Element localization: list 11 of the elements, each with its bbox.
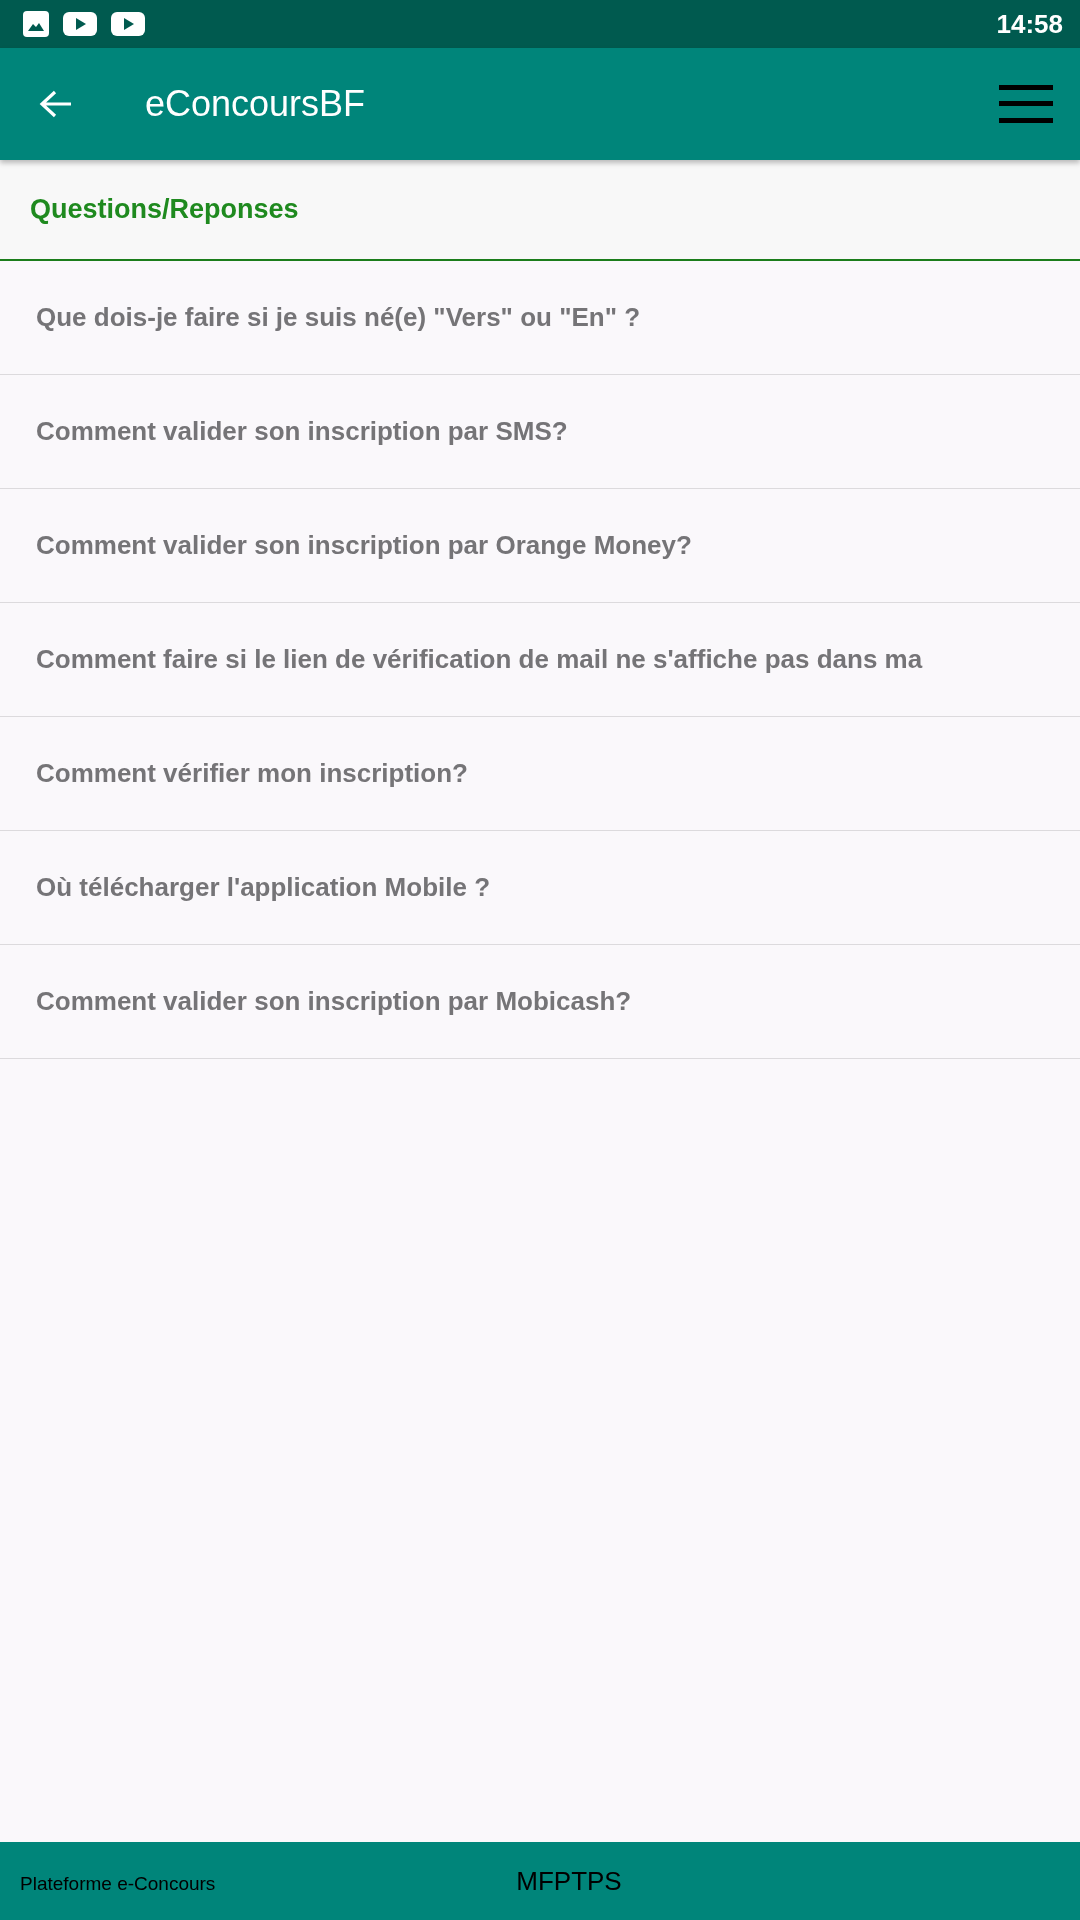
image-icon [23, 11, 49, 37]
app-title: eConcoursBF [145, 83, 367, 125]
video-play-icon [111, 12, 145, 36]
platform-label: Plateforme e-Concours [19, 1872, 216, 1895]
menu-icon [999, 85, 1053, 123]
back-arrow-icon [39, 89, 73, 119]
section-title: Questions/Reponses [30, 194, 299, 225]
menu-button[interactable] [998, 82, 1054, 126]
clock-time: 14:58 [996, 8, 1063, 40]
ministry-label: MFPTPS [516, 1865, 622, 1897]
video-play-icon [63, 12, 97, 36]
